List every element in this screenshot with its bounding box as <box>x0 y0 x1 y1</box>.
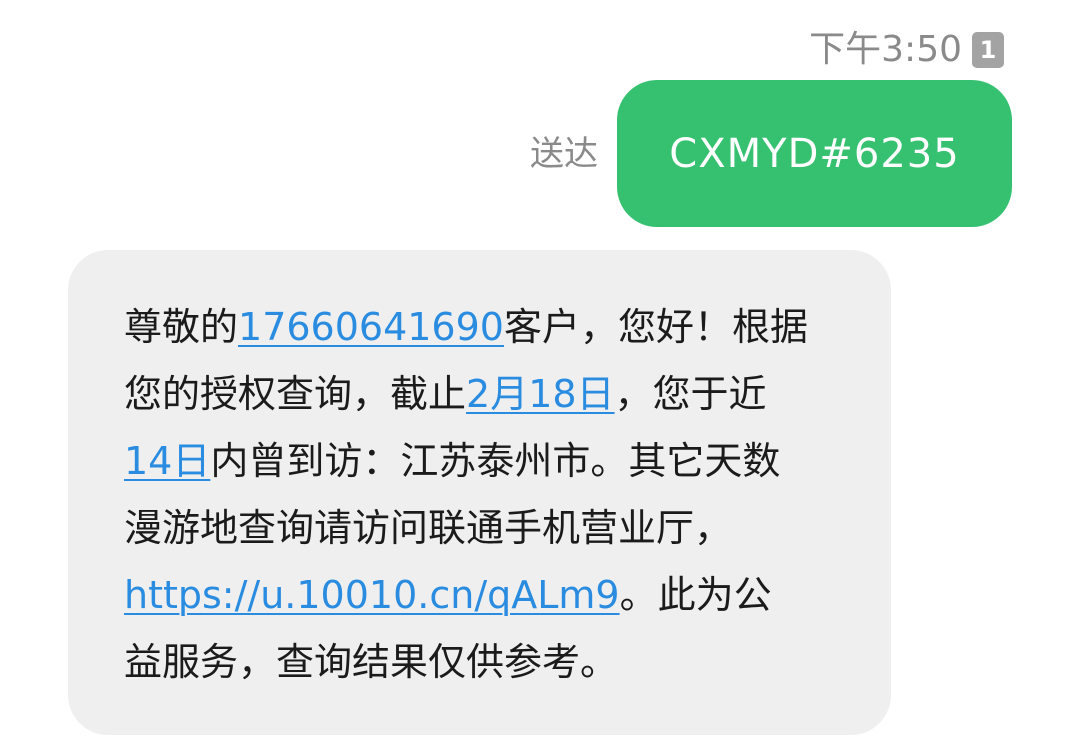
message-text: 您的授权查询，截止 <box>124 372 467 416</box>
message-text: 。此为公 <box>619 573 772 617</box>
sent-message-bubble[interactable]: CXMYD#6235 <box>617 80 1012 227</box>
url-link[interactable]: https://u.10010.cn/qALm9 <box>124 573 620 617</box>
message-line: 漫游地查询请访问联通手机营业厅， <box>124 495 835 562</box>
delivery-status: 送达 <box>530 134 598 174</box>
message-text: 客户，您好！根据 <box>503 305 808 349</box>
message-line: 14日内曾到访：江苏泰州市。其它天数 <box>124 428 835 495</box>
sent-message-text: CXMYD#6235 <box>669 130 960 177</box>
conversation-view: 下午3:50 1 送达 CXMYD#6235 尊敬的17660641690客户，… <box>0 0 1080 741</box>
message-text: 益服务，查询结果仅供参考。 <box>124 640 619 684</box>
message-timestamp: 下午3:50 <box>809 29 962 70</box>
sim-card-icon: 1 <box>972 32 1004 68</box>
message-line: 尊敬的17660641690客户，您好！根据 <box>124 294 835 361</box>
message-line: https://u.10010.cn/qALm9。此为公 <box>124 562 835 629</box>
date-link[interactable]: 2月18日 <box>466 372 615 416</box>
message-text: 漫游地查询请访问联通手机营业厅， <box>124 506 733 550</box>
days-link[interactable]: 14日 <box>124 439 210 483</box>
message-text: ，您于近 <box>614 372 767 416</box>
phone-number-link[interactable]: 17660641690 <box>238 305 504 349</box>
received-message-bubble[interactable]: 尊敬的17660641690客户，您好！根据 您的授权查询，截止2月18日，您于… <box>68 250 891 735</box>
message-text: 尊敬的 <box>124 305 239 349</box>
message-text: 内曾到访：江苏泰州市。其它天数 <box>210 439 781 483</box>
message-timestamp-row: 下午3:50 1 <box>809 28 1004 72</box>
message-line: 您的授权查询，截止2月18日，您于近 <box>124 361 835 428</box>
message-line: 益服务，查询结果仅供参考。 <box>124 629 835 696</box>
